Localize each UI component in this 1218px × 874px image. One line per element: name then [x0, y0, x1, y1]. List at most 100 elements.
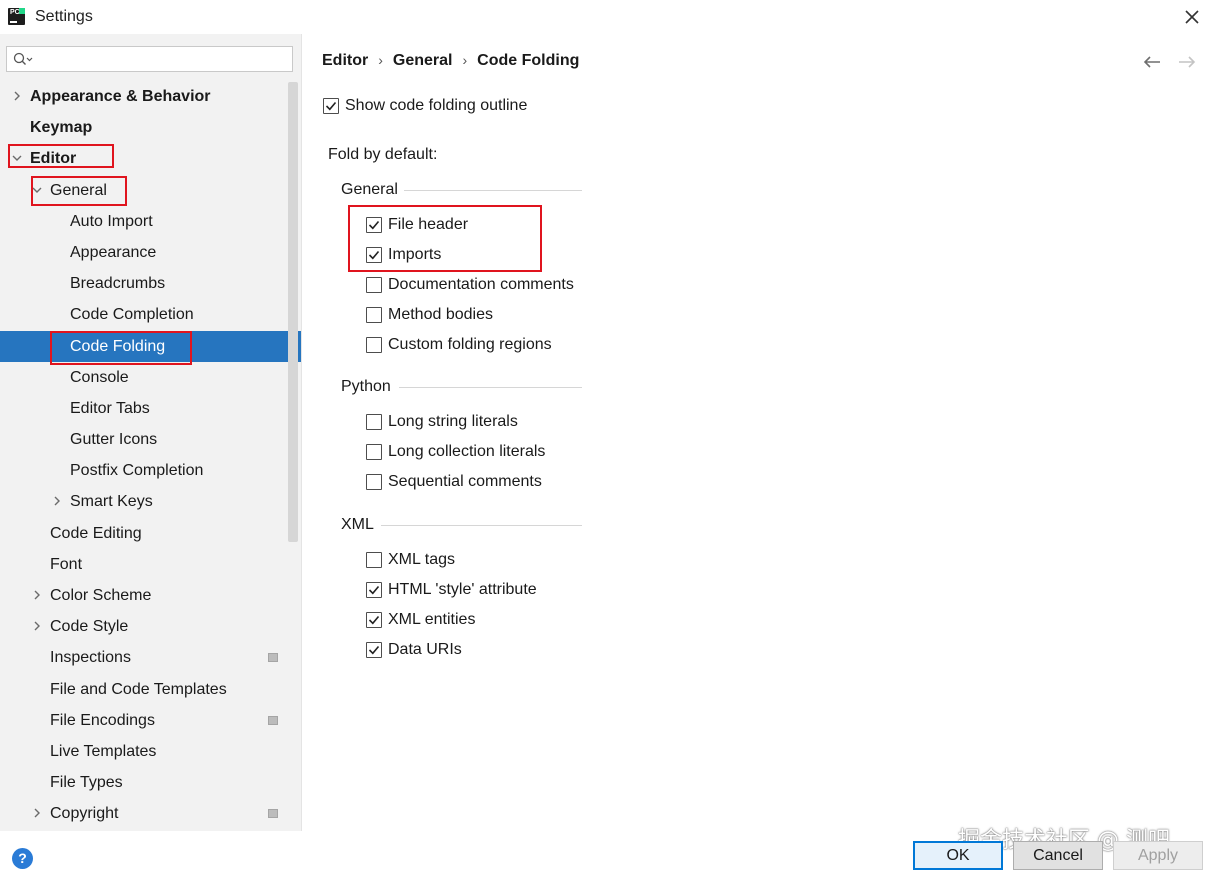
sidebar-item[interactable]: Inspections [0, 642, 302, 673]
checkmark-icon [325, 101, 337, 111]
cancel-button[interactable]: Cancel [1013, 841, 1103, 870]
breadcrumb-separator: › [378, 52, 383, 68]
sidebar-item[interactable]: File Encodings [0, 705, 302, 736]
breadcrumb-item[interactable]: Editor [322, 52, 368, 70]
chevron-right-icon[interactable] [52, 496, 62, 506]
chevron-right-icon[interactable] [32, 808, 42, 818]
checkbox[interactable] [366, 337, 382, 353]
close-icon [1185, 10, 1199, 24]
checkbox[interactable] [366, 217, 382, 233]
sidebar-item[interactable]: Code Completion [0, 299, 302, 330]
pycharm-logo-icon: PC [8, 8, 25, 25]
highlight-code-folding [50, 331, 192, 365]
sidebar-item-label: Color Scheme [50, 587, 152, 604]
checkbox[interactable] [366, 474, 382, 490]
section-title: XML [341, 516, 374, 533]
arrow-right-icon [1179, 56, 1196, 68]
chevron-right-icon[interactable] [12, 91, 22, 101]
checkbox[interactable] [366, 414, 382, 430]
section-divider [381, 525, 582, 526]
sidebar-item-label: Code Editing [50, 524, 142, 542]
sidebar-item-label: Postfix Completion [70, 462, 204, 480]
sidebar-item-label: Copyright [50, 805, 119, 823]
sidebar-scrollbar[interactable] [288, 82, 298, 542]
window-title: Settings [35, 8, 93, 25]
highlight-general [31, 176, 127, 206]
sidebar-item-label: Gutter Icons [70, 431, 158, 449]
title-bar: PC Settings [0, 0, 1218, 34]
section-title: Python [341, 378, 391, 395]
search-input[interactable] [6, 46, 293, 72]
checkbox-label: Custom folding regions [388, 336, 552, 353]
checkbox-label: Documentation comments [388, 276, 574, 293]
checkbox-label: HTML 'style' attribute [388, 581, 537, 598]
sidebar-item-label: Keymap [30, 119, 93, 137]
checkmark-icon [368, 615, 380, 625]
checkbox-label: XML tags [388, 551, 455, 568]
checkbox-label: Sequential comments [388, 473, 542, 490]
sidebar-item[interactable]: Code Style [0, 611, 302, 642]
checkbox[interactable] [323, 98, 339, 114]
sidebar-item[interactable]: File and Code Templates [0, 674, 302, 705]
sidebar-item-label: File and Code Templates [50, 680, 227, 698]
help-button[interactable]: ? [12, 848, 33, 869]
sidebar-item[interactable]: Auto Import [0, 206, 302, 237]
checkbox[interactable] [366, 277, 382, 293]
sidebar-item[interactable]: Appearance & Behavior [0, 81, 302, 112]
sidebar-item[interactable]: Editor Tabs [0, 393, 302, 424]
sidebar-item[interactable]: Copyright [0, 798, 302, 829]
chevron-right-icon[interactable] [32, 621, 42, 631]
checkbox-label: Long string literals [388, 413, 518, 430]
checkbox[interactable] [366, 307, 382, 323]
checkbox-label: Long collection literals [388, 443, 546, 460]
section-divider [404, 190, 582, 191]
sidebar-item[interactable]: Keymap [0, 112, 302, 143]
back-button[interactable] [1142, 55, 1162, 74]
checkbox-label: File header [388, 216, 469, 233]
checkbox-label: XML entities [388, 611, 476, 628]
sidebar-item-label: Editor Tabs [70, 399, 150, 417]
sidebar-item[interactable]: Console [0, 362, 302, 393]
section-title: General [341, 181, 398, 198]
sidebar-item-label: Smart Keys [70, 493, 153, 511]
checkbox-label: Imports [388, 246, 442, 263]
breadcrumb-item[interactable]: General [393, 52, 453, 70]
checkbox[interactable] [366, 552, 382, 568]
sidebar-item[interactable]: Live Templates [0, 736, 302, 767]
ok-button[interactable]: OK [913, 841, 1003, 870]
sidebar-item[interactable]: Font [0, 549, 302, 580]
arrow-left-icon [1143, 56, 1160, 68]
sidebar-item-label: Live Templates [50, 742, 157, 760]
sidebar-item-label: Appearance & Behavior [30, 88, 211, 105]
checkbox[interactable] [366, 612, 382, 628]
sidebar-item[interactable]: Appearance [0, 237, 302, 268]
sidebar-item[interactable]: Gutter Icons [0, 424, 302, 455]
checkbox-label: Method bodies [388, 306, 493, 323]
sidebar-item[interactable]: File Types [0, 767, 302, 798]
checkmark-icon [368, 250, 380, 260]
highlight-editor [8, 144, 114, 168]
sidebar-item[interactable]: Postfix Completion [0, 455, 302, 486]
checkbox[interactable] [366, 582, 382, 598]
sidebar-item[interactable]: Smart Keys [0, 486, 302, 517]
breadcrumb-separator: › [462, 52, 468, 68]
project-scope-icon [268, 809, 278, 819]
sidebar-item[interactable]: Breadcrumbs [0, 268, 302, 299]
checkbox[interactable] [366, 247, 382, 263]
checkmark-icon [368, 220, 380, 230]
chevron-right-icon[interactable] [32, 590, 42, 600]
forward-button[interactable] [1177, 55, 1197, 74]
sidebar-item[interactable]: Code Editing [0, 518, 302, 549]
close-button[interactable] [1174, 2, 1210, 32]
project-scope-icon [268, 653, 278, 663]
checkbox[interactable] [366, 444, 382, 460]
checkbox[interactable] [366, 642, 382, 658]
breadcrumb: Editor › General › Code Folding [322, 52, 579, 74]
checkbox-label: Data URIs [388, 641, 462, 658]
sidebar-item[interactable]: Color Scheme [0, 580, 302, 611]
apply-button[interactable]: Apply [1113, 841, 1203, 870]
sidebar-item-label: Code Style [50, 618, 129, 636]
search-icon [13, 52, 33, 65]
fold-by-default-label: Fold by default: [328, 146, 438, 163]
sidebar-item-label: Auto Import [70, 212, 153, 230]
